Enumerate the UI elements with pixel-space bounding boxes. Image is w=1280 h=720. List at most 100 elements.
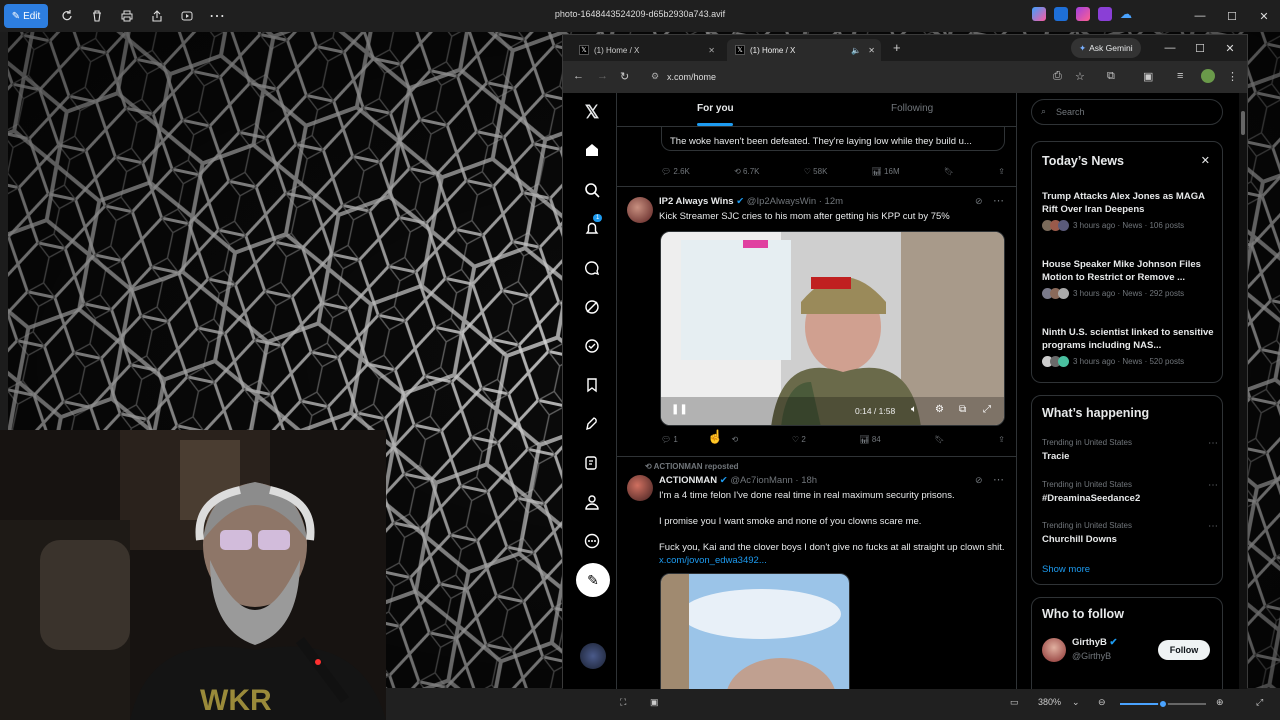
news-item[interactable]: House Speaker Mike Johnson Files Motion …: [1042, 258, 1218, 299]
author-name[interactable]: IP2 Always Wins: [659, 196, 734, 207]
minimize-icon[interactable]: —: [1155, 35, 1185, 61]
grok-icon[interactable]: ⊘: [975, 196, 983, 207]
search-input[interactable]: ⌕ Search: [1031, 99, 1223, 125]
more-options-icon[interactable]: ⋯: [1208, 521, 1218, 532]
scrollbar-thumb[interactable]: [1241, 111, 1245, 135]
news-item[interactable]: Trump Attacks Alex Jones as MAGA Rift Ov…: [1042, 190, 1218, 231]
home-icon[interactable]: [581, 139, 603, 161]
repost-button[interactable]: ⟲ 6.7K: [734, 167, 759, 176]
app-blue-icon[interactable]: [1054, 7, 1068, 21]
tweet[interactable]: IP2 Always Wins ✔ @Ip2AlwaysWin · 12m ⊘ …: [617, 187, 1016, 457]
avatar[interactable]: [627, 197, 653, 223]
close-icon[interactable]: ✕: [868, 46, 875, 55]
tweet[interactable]: ⟲ ACTIONMAN reposted ACTIONMAN ✔ @Ac7ion…: [617, 457, 1016, 689]
tweet-time[interactable]: · 12m: [819, 196, 843, 207]
views-button[interactable]: 📊︎ 84: [859, 435, 880, 444]
menu-icon[interactable]: ⋮: [1227, 70, 1238, 83]
split-view-icon[interactable]: ▣: [1143, 70, 1153, 83]
settings-icon[interactable]: ⚙: [935, 404, 944, 415]
forward-icon[interactable]: →: [597, 70, 608, 82]
tab-for-you[interactable]: For you: [697, 103, 734, 126]
trend-item[interactable]: Trending in United States Churchill Down…: [1042, 521, 1218, 545]
like-button[interactable]: ♡ 2: [792, 435, 806, 444]
speaker-icon[interactable]: 🔈: [851, 46, 861, 55]
url-field[interactable]: ⚙ x.com/home: [647, 65, 1049, 88]
articles-icon[interactable]: [581, 452, 603, 474]
repost-button[interactable]: ⟲: [732, 435, 739, 444]
bookmark-icon[interactable]: 🔖︎: [944, 167, 954, 176]
close-icon[interactable]: ✕: [708, 46, 715, 55]
zoom-slider-thumb[interactable]: [1158, 699, 1168, 709]
fullscreen-icon[interactable]: ⤢: [983, 404, 991, 415]
notifications-icon[interactable]: 1: [581, 214, 603, 240]
extensions-icon[interactable]: ⧉: [1107, 70, 1115, 83]
tab-home-1[interactable]: 𝕏 (1) Home / X ✕: [571, 39, 721, 61]
grok-icon[interactable]: [581, 296, 603, 318]
aspect-icon[interactable]: ▭: [1010, 697, 1019, 708]
x-logo-icon[interactable]: 𝕏: [581, 101, 603, 123]
expand-icon[interactable]: ⤢: [1256, 697, 1263, 708]
app-purple-icon[interactable]: [1076, 7, 1090, 21]
verified-orgs-icon[interactable]: [581, 335, 603, 357]
trend-item[interactable]: Trending in United States Tracie ⋯: [1042, 438, 1218, 462]
new-tab-button[interactable]: +: [893, 40, 901, 55]
cloud-icon[interactable]: ☁: [1120, 7, 1134, 21]
post-button[interactable]: ✎: [576, 563, 610, 597]
zoom-in-icon[interactable]: ⊕: [1216, 697, 1224, 708]
author-handle[interactable]: @Ip2AlwaysWin: [747, 196, 816, 207]
previous-tweet[interactable]: The woke haven't been defeated. They're …: [617, 121, 1016, 187]
volume-icon[interactable]: 🔈︎: [911, 404, 917, 415]
ask-gemini-button[interactable]: ✦ Ask Gemini: [1071, 38, 1141, 58]
crop-view-icon[interactable]: ▣: [650, 697, 659, 708]
author-handle[interactable]: @Ac7ionMann: [730, 475, 792, 486]
reload-icon[interactable]: ↻: [620, 70, 629, 83]
tab-following[interactable]: Following: [891, 103, 933, 114]
chevron-down-icon[interactable]: ⌄: [1072, 697, 1080, 708]
tweet-time[interactable]: · 18h: [795, 475, 817, 486]
bookmark-icon[interactable]: 🔖︎: [934, 435, 944, 444]
share-icon[interactable]: ⇪: [998, 167, 1005, 176]
zoom-level[interactable]: 380%: [1038, 697, 1061, 707]
search-icon[interactable]: [581, 179, 603, 201]
grok-icon[interactable]: ⊘: [975, 475, 983, 486]
tab-home-2[interactable]: 𝕏 (1) Home / X 🔈 ✕: [727, 39, 881, 61]
back-icon[interactable]: ←: [573, 70, 584, 82]
share-icon[interactable]: ⇪: [998, 435, 1005, 444]
more-options-icon[interactable]: ⋯: [1208, 480, 1218, 491]
copilot-icon[interactable]: [1032, 7, 1046, 21]
maximize-icon[interactable]: ☐: [1185, 35, 1215, 61]
install-app-icon[interactable]: ⎙: [1053, 70, 1062, 83]
fit-screen-icon[interactable]: ⛶: [620, 697, 626, 708]
close-icon[interactable]: ✕: [1248, 0, 1280, 32]
site-info-icon[interactable]: ⚙: [651, 71, 659, 82]
close-icon[interactable]: ✕: [1215, 35, 1245, 61]
reply-button[interactable]: 💬︎ 2.6K: [661, 167, 690, 176]
more-options-icon[interactable]: ⋯: [993, 473, 1004, 486]
app-violet-icon[interactable]: [1098, 7, 1112, 21]
avatar[interactable]: [1042, 638, 1066, 662]
close-icon[interactable]: ✕: [1201, 154, 1210, 167]
maximize-icon[interactable]: ☐: [1216, 0, 1248, 32]
profile-avatar[interactable]: [1201, 69, 1215, 83]
reply-button[interactable]: 💬︎ 1: [661, 435, 678, 444]
profile-icon[interactable]: [581, 491, 603, 513]
suggestion-name[interactable]: GirthyB: [1072, 637, 1107, 648]
pause-icon[interactable]: ❚❚: [671, 404, 688, 415]
bookmarks-icon[interactable]: [581, 374, 603, 396]
account-avatar[interactable]: [580, 643, 606, 669]
scrollbar[interactable]: [1239, 93, 1247, 689]
tab-list-icon[interactable]: ≡: [1177, 70, 1183, 82]
trend-item[interactable]: Trending in United States #DreaminaSeeda…: [1042, 480, 1218, 504]
pip-icon[interactable]: ⧉: [959, 404, 966, 415]
views-button[interactable]: 📊︎ 16M: [872, 167, 900, 176]
author-name[interactable]: ACTIONMAN: [659, 475, 717, 486]
tweet-image[interactable]: [660, 573, 850, 689]
follow-suggestion[interactable]: GirthyB ✔ @GirthyB Follow: [1032, 634, 1222, 668]
messages-icon[interactable]: [581, 257, 603, 279]
more-options-icon[interactable]: ⋯: [993, 194, 1004, 207]
rocket-icon[interactable]: [581, 413, 603, 435]
news-item[interactable]: Ninth U.S. scientist linked to sensitive…: [1042, 326, 1218, 367]
avatar[interactable]: [627, 475, 653, 501]
bookmark-star-icon[interactable]: ☆: [1075, 70, 1085, 83]
show-more-link[interactable]: Show more: [1042, 564, 1090, 575]
